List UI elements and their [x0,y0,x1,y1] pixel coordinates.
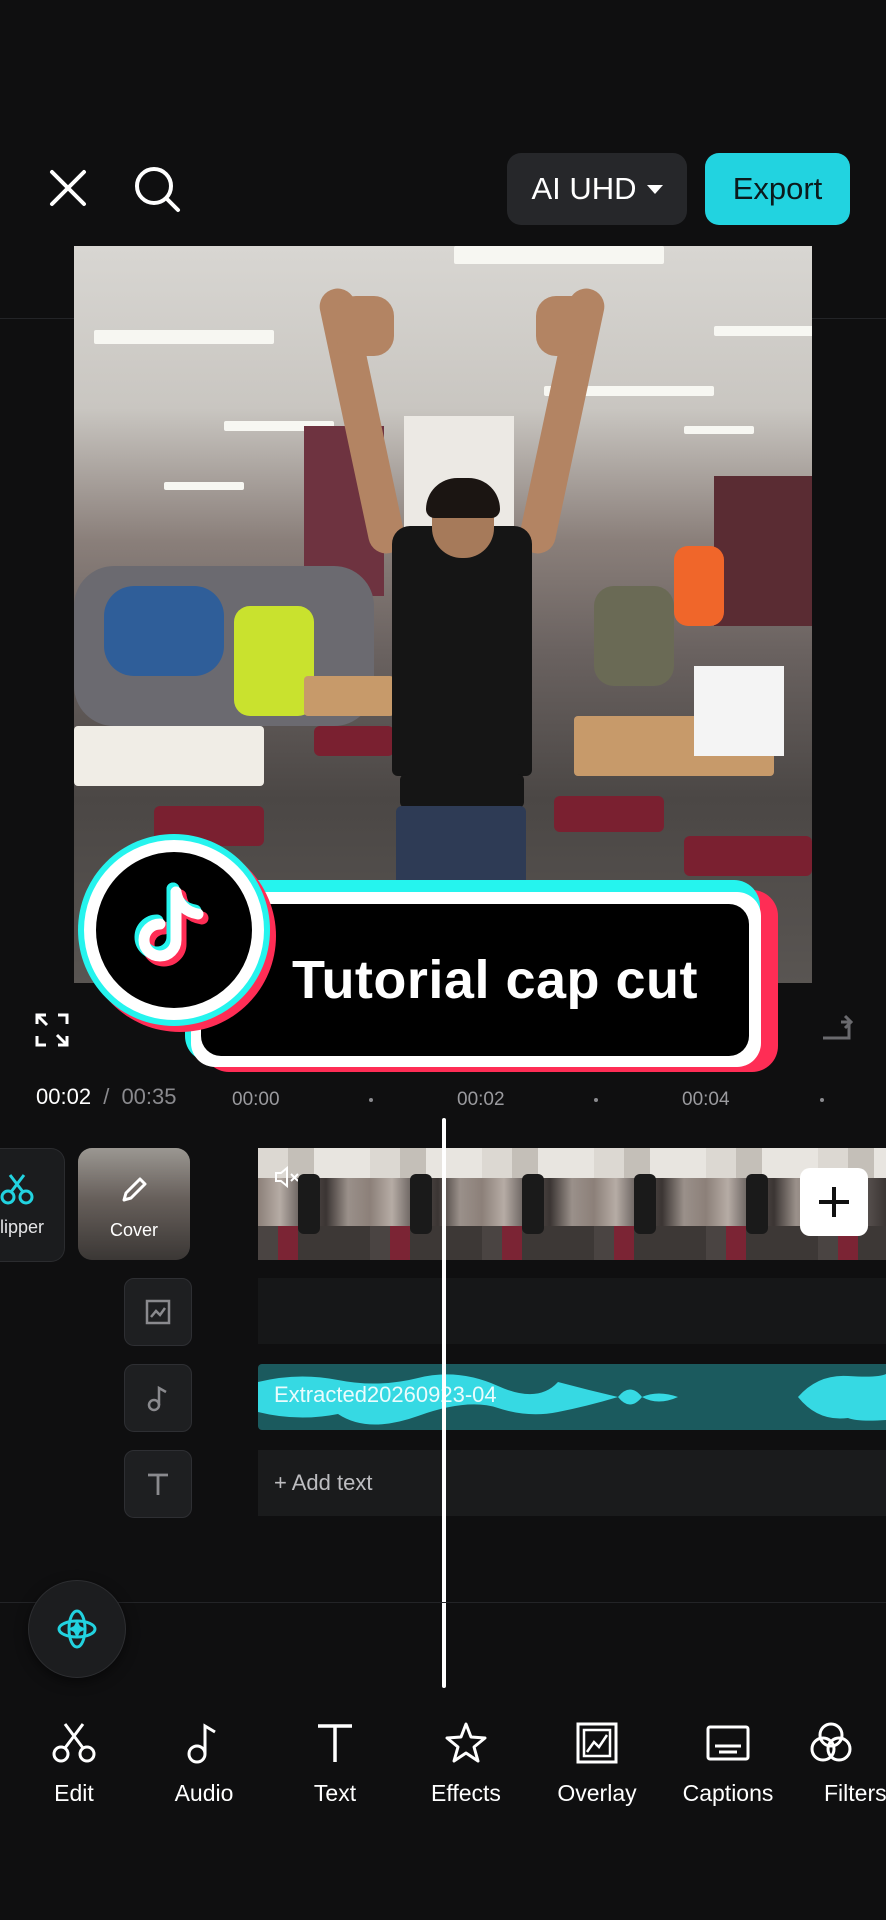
bottom-toolbar: Edit Audio Text Effects Overlay Captions… [0,1720,886,1840]
toolbar-label: Edit [54,1780,94,1806]
ruler-label: 00:04 [682,1089,730,1110]
overlay-track-button[interactable] [124,1278,192,1346]
toolbar-item-captions[interactable]: Captions [663,1720,793,1807]
chevron-down-icon [646,184,663,194]
toolbar-label: Filters [824,1780,886,1806]
export-button[interactable]: Export [705,153,850,225]
time-readout: 00:02 / 00:35 [36,1084,177,1110]
pencil-icon [122,1177,147,1202]
plus-icon [819,1187,849,1217]
toolbar-label: Text [313,1780,357,1806]
toolbar-item-filters[interactable]: Filters [794,1720,886,1807]
quality-label: AI UHD [531,171,637,206]
ruler-tick [820,1098,824,1102]
audio-clip-name: Extracted20260923-04 [274,1382,497,1407]
video-clip-track[interactable] [258,1148,886,1260]
toolbar-item-edit[interactable]: Edit [9,1720,139,1807]
close-button[interactable] [40,160,96,216]
ruler-tick [369,1098,373,1102]
title-card-overlay[interactable]: Tutorial cap cut [185,880,780,1080]
time-separator: / [103,1084,110,1109]
music-note-icon [187,1723,216,1764]
toolbar-label: Overlay [557,1780,637,1806]
ai-assistant-button[interactable] [28,1580,126,1678]
cover-label: Cover [109,1220,158,1240]
text-icon [318,1724,352,1762]
ruler-tick [594,1098,598,1102]
captions-icon [706,1725,750,1761]
clipper-label: lipper [0,1217,45,1237]
close-icon [50,170,86,206]
redo-icon [823,1014,854,1040]
audio-track-button[interactable] [124,1364,192,1432]
audio-clip-track[interactable]: Extracted20260923-04 [258,1364,886,1430]
add-text-track[interactable]: + Add text [258,1450,886,1516]
fullscreen-icon [35,1013,69,1047]
tiktok-logo-icon [84,840,264,1020]
ruler-label: 00:02 [457,1089,505,1110]
ruler-label: 00:00 [232,1089,280,1110]
toolbar-item-effects[interactable]: Effects [401,1720,531,1807]
music-note-icon [147,1385,167,1412]
add-clip-button[interactable] [800,1168,868,1236]
toolbar-item-audio[interactable]: Audio [139,1720,269,1807]
redo-button[interactable] [812,1008,862,1052]
overlay-icon [145,1299,171,1325]
overlay-icon [576,1722,618,1764]
clipper-button[interactable]: lipper [0,1148,65,1262]
search-icon [135,167,180,212]
star-effects-icon [445,1722,487,1763]
toolbar-item-text[interactable]: Text [270,1720,400,1807]
text-icon [148,1473,168,1495]
ai-sparkle-icon [57,1609,97,1649]
quality-dropdown[interactable]: AI UHD [507,153,687,225]
divider [0,1602,886,1603]
scissors-icon [52,1723,96,1763]
add-text-label: + Add text [274,1470,373,1495]
search-button[interactable] [128,160,188,220]
overlay-title: Tutorial cap cut [291,950,699,1010]
toolbar-item-overlay[interactable]: Overlay [532,1720,662,1807]
current-time: 00:02 [36,1084,92,1109]
total-time: 00:35 [121,1084,177,1109]
toolbar-label: Audio [174,1780,234,1806]
overlay-track[interactable] [258,1278,886,1344]
cover-button[interactable]: Cover [78,1148,190,1260]
fullscreen-button[interactable] [30,1008,74,1052]
toolbar-label: Effects [431,1780,501,1806]
toolbar-label: Captions [682,1780,774,1806]
filters-icon [810,1722,852,1762]
scissors-icon [0,1174,34,1205]
text-track-button[interactable] [124,1450,192,1518]
